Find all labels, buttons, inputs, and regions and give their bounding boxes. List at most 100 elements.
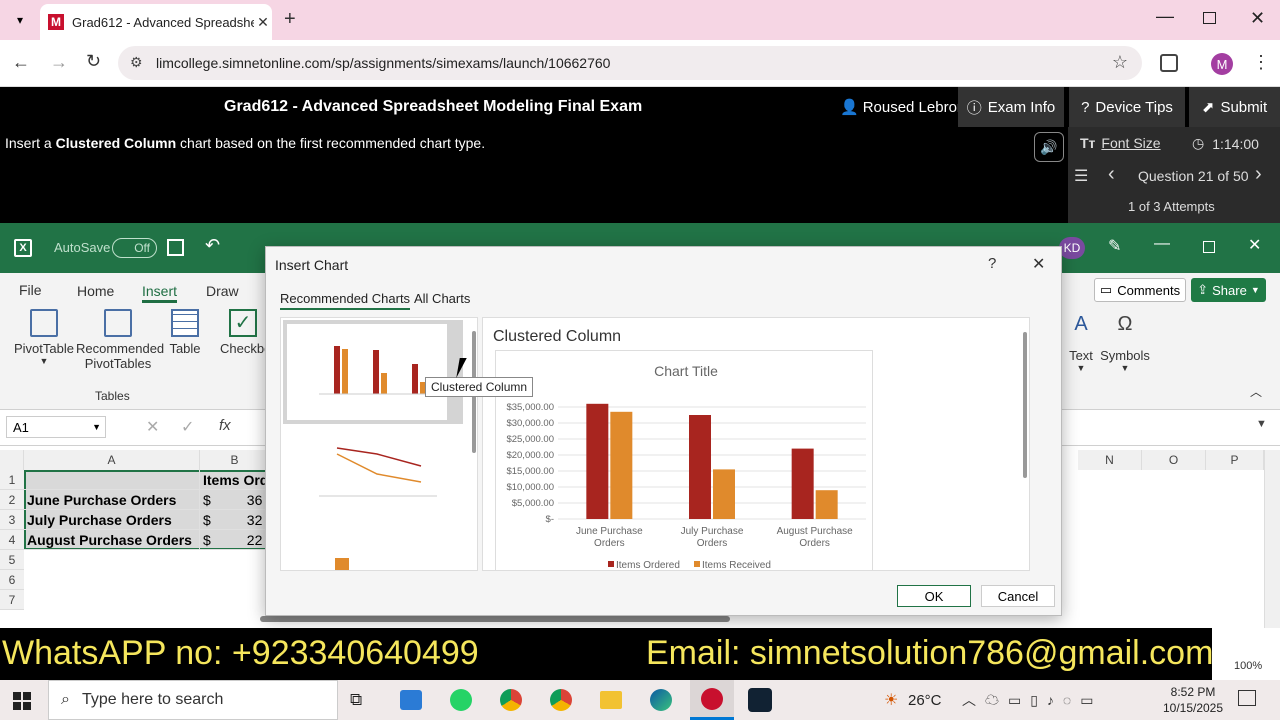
cell-b1[interactable]: Items Ord <box>200 470 270 490</box>
column-header-n[interactable]: N <box>1078 450 1142 470</box>
close-window-button[interactable]: ✕ <box>1250 8 1265 29</box>
row-header[interactable]: 2 <box>0 490 24 510</box>
recorder-app-icon[interactable] <box>748 688 772 712</box>
weather-icon[interactable]: ☀ <box>884 690 898 710</box>
cell-b2[interactable]: $36 <box>200 490 270 510</box>
extensions-icon[interactable] <box>1160 54 1178 72</box>
tab-home[interactable]: Home <box>77 283 114 299</box>
reload-icon[interactable]: ↻ <box>86 51 101 72</box>
clock[interactable]: 8:52 PM 10/15/2025 <box>1162 684 1224 716</box>
pen-icon[interactable]: ✎ <box>1108 236 1121 256</box>
row-header[interactable]: 1 <box>0 470 24 490</box>
notifications-icon[interactable] <box>1238 690 1256 706</box>
excel-restore-button[interactable] <box>1203 241 1215 253</box>
active-app-icon[interactable] <box>690 680 734 720</box>
tab-draw[interactable]: Draw <box>206 283 239 299</box>
cell-a3[interactable]: July Purchase Orders <box>24 510 200 530</box>
question-list-icon[interactable]: ☰ <box>1074 166 1088 186</box>
comments-button[interactable]: ▭ Comments <box>1094 278 1186 302</box>
whatsapp-icon[interactable] <box>450 689 472 711</box>
url-bar[interactable]: ⚙ limcollege.simnetonline.com/sp/assignm… <box>118 46 1142 80</box>
cancel-button[interactable]: Cancel <box>981 585 1055 607</box>
edge-icon[interactable] <box>650 689 672 711</box>
temperature[interactable]: 26°C <box>908 692 942 709</box>
cell-a1[interactable] <box>24 470 200 490</box>
cancel-formula-icon[interactable]: ✕ <box>146 417 159 437</box>
browser-tab[interactable]: M Grad612 - Advanced Spreadshe ✕ <box>40 4 272 40</box>
thumb-clustered-column[interactable] <box>283 320 463 424</box>
undo-icon[interactable]: ↶ <box>205 235 220 256</box>
chrome-profile-icon[interactable] <box>550 689 572 711</box>
start-button-icon[interactable] <box>13 692 31 710</box>
cell-b4[interactable]: $22 <box>200 530 270 550</box>
table-label: Table <box>169 341 201 356</box>
column-header-a[interactable]: A <box>24 450 200 470</box>
thumb-third-chart-option[interactable] <box>287 540 459 570</box>
minimize-window-button[interactable]: — <box>1156 6 1174 27</box>
row-header[interactable]: 7 <box>0 590 24 610</box>
cell-a4[interactable]: August Purchase Orders <box>24 530 200 550</box>
forward-icon[interactable]: → <box>50 52 68 73</box>
close-tab-icon[interactable]: ✕ <box>254 14 272 31</box>
recommended-pivottables-button[interactable]: Recommended PivotTables <box>76 309 164 371</box>
chrome-icon[interactable] <box>500 689 522 711</box>
previous-question-icon[interactable]: ‹ <box>1108 163 1115 186</box>
restore-window-button[interactable] <box>1203 12 1216 24</box>
submit-button[interactable]: ⬈ Submit <box>1189 87 1280 127</box>
column-header-p[interactable]: P <box>1206 450 1264 470</box>
tab-insert[interactable]: Insert <box>142 283 178 303</box>
help-button[interactable]: ? <box>988 255 996 272</box>
checkbox-button[interactable]: ✓ Checkbo <box>220 309 266 356</box>
profile-avatar[interactable]: M <box>1211 53 1233 75</box>
back-icon[interactable]: ← <box>12 52 30 73</box>
cell-a2[interactable]: June Purchase Orders <box>24 490 200 510</box>
audio-button[interactable]: 🔊 <box>1034 132 1064 162</box>
autosave-toggle[interactable]: Off <box>112 238 157 258</box>
task-view-icon[interactable]: ⧉ <box>350 690 362 710</box>
tab-file[interactable]: File <box>19 282 42 298</box>
column-header-o[interactable]: O <box>1142 450 1206 470</box>
tab-all-charts[interactable]: All Charts <box>414 291 470 306</box>
file-explorer-icon[interactable] <box>600 691 622 709</box>
row-header[interactable]: 6 <box>0 570 24 590</box>
pivottable-button[interactable]: PivotTable ▼ <box>14 309 74 366</box>
tray-icons[interactable]: ︿☁▭▯♪◌▭ <box>962 690 1102 710</box>
tab-recommended-charts[interactable]: Recommended Charts <box>280 291 411 310</box>
save-icon[interactable] <box>167 239 184 256</box>
device-tips-button[interactable]: ? Device Tips <box>1069 87 1185 127</box>
row-header[interactable]: 4 <box>0 530 24 550</box>
column-header-b[interactable]: B <box>200 450 270 470</box>
browser-menu-icon[interactable]: ⋮ <box>1252 52 1270 73</box>
row-header[interactable]: 5 <box>0 550 24 570</box>
ok-button[interactable]: OK <box>897 585 971 607</box>
site-info-icon[interactable]: ⚙ <box>130 54 143 71</box>
collapse-ribbon-icon[interactable]: ︿ <box>1250 383 1262 400</box>
thumb-line-chart-option[interactable] <box>287 430 459 530</box>
tab-search-icon[interactable]: ▾ <box>10 10 30 30</box>
vertical-scrollbar[interactable] <box>1264 450 1280 628</box>
dialog-close-button[interactable]: ✕ <box>1032 254 1045 274</box>
taskbar-search-box[interactable]: ⌕ Type here to search <box>48 680 338 720</box>
next-question-icon[interactable]: › <box>1255 163 1262 186</box>
confirm-formula-icon[interactable]: ✓ <box>181 417 194 437</box>
exam-info-button[interactable]: ⓘ Exam Info <box>958 87 1064 127</box>
insert-function-icon[interactable]: fx <box>219 417 231 434</box>
preview-scrollbar[interactable] <box>1023 332 1027 478</box>
text-button[interactable]: A Text ▼ <box>1066 313 1096 373</box>
excel-close-button[interactable]: ✕ <box>1248 235 1261 255</box>
horizontal-scrollbar[interactable] <box>260 616 730 622</box>
store-icon[interactable] <box>400 690 422 710</box>
new-tab-button[interactable]: + <box>284 8 296 31</box>
expand-formula-bar-icon[interactable]: ▼ <box>1256 418 1267 430</box>
name-box[interactable]: A1 ▼ <box>6 416 106 438</box>
cell-b3[interactable]: $32 <box>200 510 270 530</box>
share-button[interactable]: ⇪ Share ▼ <box>1191 278 1266 302</box>
user-initials-avatar[interactable]: KD <box>1059 237 1085 259</box>
symbols-button[interactable]: Ω Symbols ▼ <box>1100 313 1150 373</box>
font-size-button[interactable]: Tт Font Size <box>1080 135 1161 151</box>
table-button[interactable]: Table <box>166 309 204 356</box>
bookmark-star-icon[interactable]: ☆ <box>1112 52 1128 73</box>
select-all-corner[interactable] <box>0 450 24 470</box>
row-header[interactable]: 3 <box>0 510 24 530</box>
excel-minimize-button[interactable]: — <box>1154 235 1170 253</box>
